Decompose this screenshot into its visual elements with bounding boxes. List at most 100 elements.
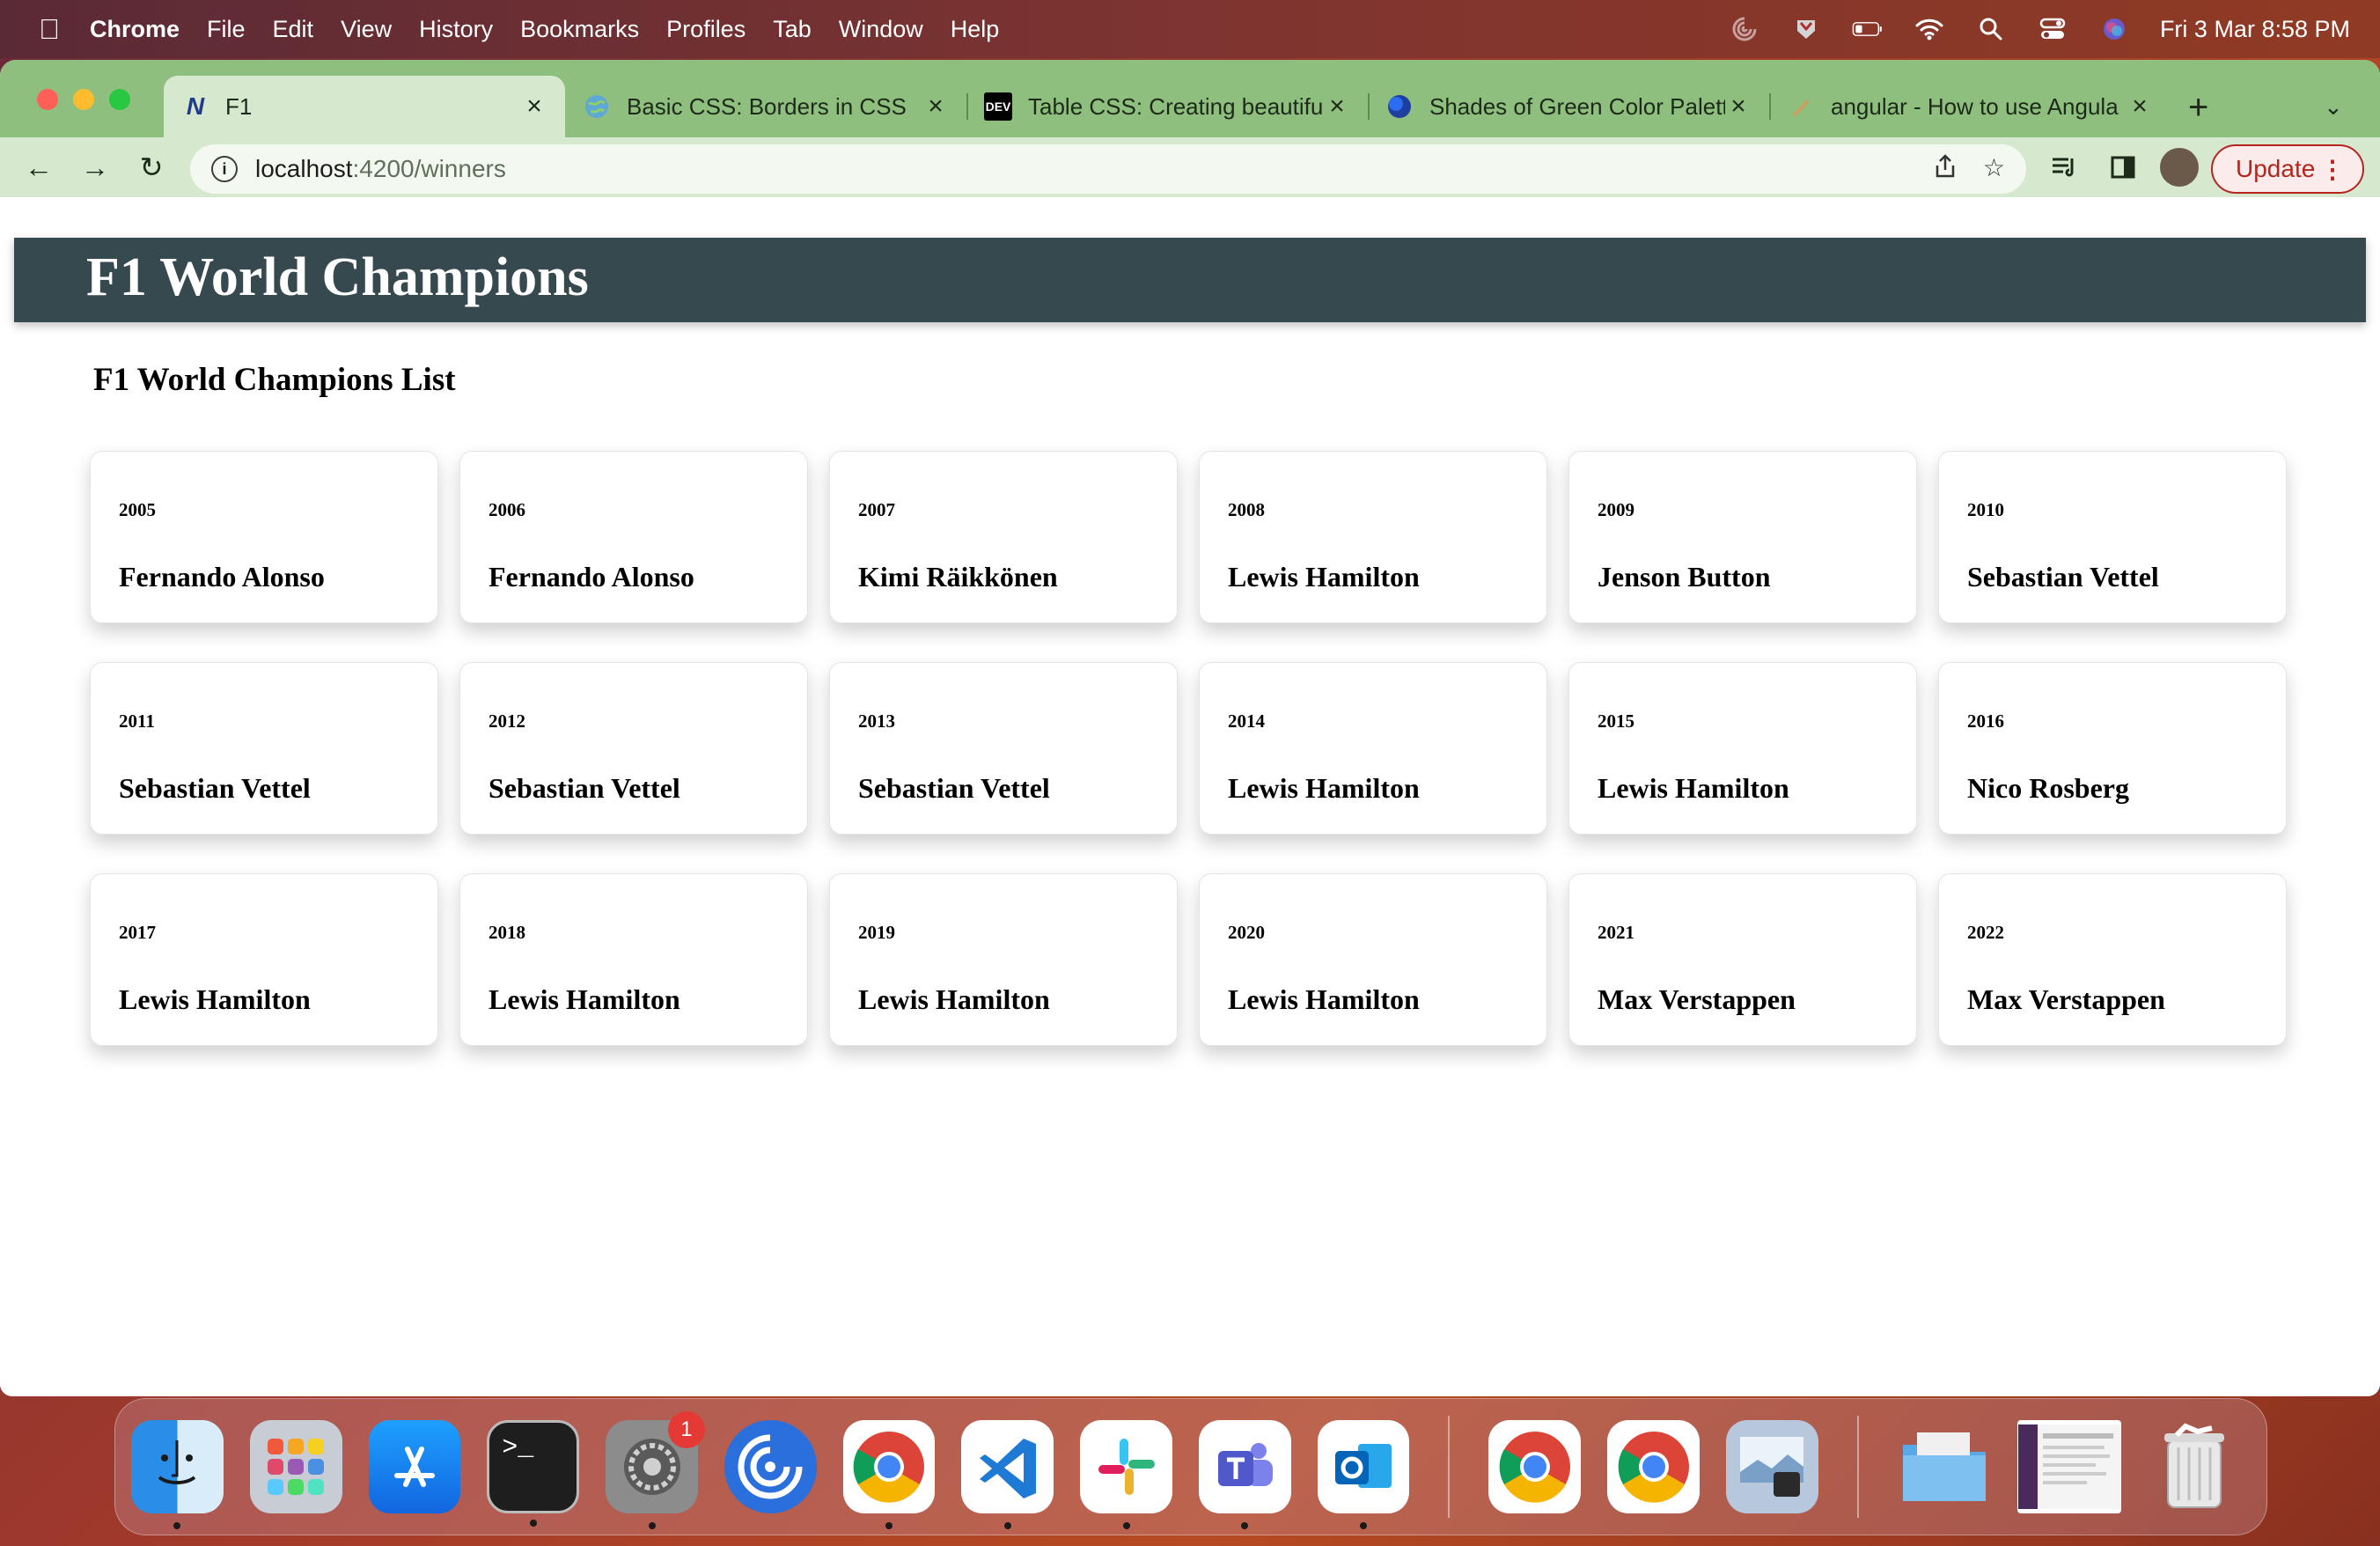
champion-year: 2019 — [858, 922, 895, 943]
menu-edit[interactable]: Edit — [273, 16, 314, 43]
champion-card: 2022 Max Verstappen — [1938, 873, 2287, 1046]
url-path: :4200/winners — [352, 155, 506, 182]
slack-icon[interactable] — [1080, 1420, 1172, 1529]
menu-history[interactable]: History — [419, 16, 493, 43]
champion-card: 2015 Lewis Hamilton — [1568, 662, 1917, 835]
folder-icon[interactable] — [1898, 1420, 1991, 1513]
menu-window[interactable]: Window — [839, 16, 923, 43]
close-tab-icon[interactable]: × — [2127, 92, 2153, 121]
spiral-status-icon[interactable] — [1729, 13, 1760, 45]
tab-title: angular - How to use Angula — [1831, 92, 2119, 120]
champion-card: 2008 Lewis Hamilton — [1199, 451, 1547, 623]
champion-card: 2016 Nico Rosberg — [1938, 662, 2287, 835]
update-button[interactable]: Update ⋮ — [2211, 144, 2364, 194]
list-heading: F1 World Champions List — [93, 362, 456, 398]
close-tab-icon[interactable]: × — [1725, 92, 1752, 121]
close-tab-icon[interactable]: × — [521, 92, 547, 121]
menu-clock[interactable]: Fri 3 Mar 8:58 PM — [2160, 16, 2350, 43]
page-title: F1 World Champions — [86, 247, 589, 307]
spotlight-search-icon[interactable] — [1975, 13, 2007, 45]
outlook-icon[interactable] — [1317, 1420, 1410, 1529]
champion-name: Sebastian Vettel — [119, 772, 311, 804]
tab-strip: N F1 × Basic CSS: Borders in CSS × DEV T… — [0, 60, 2380, 137]
apple-menu-icon[interactable]:  — [32, 13, 67, 46]
tabs: N F1 × Basic CSS: Borders in CSS × DEV T… — [164, 76, 2171, 137]
close-window-button[interactable] — [37, 89, 58, 110]
teams-icon[interactable] — [1198, 1420, 1291, 1529]
forward-arrow-icon[interactable]: → — [77, 150, 113, 185]
chrome-window: N F1 × Basic CSS: Borders in CSS × DEV T… — [0, 60, 2380, 1396]
champion-name: Jenson Button — [1598, 561, 1771, 593]
reload-icon[interactable]: ↻ — [134, 150, 169, 185]
menu-help[interactable]: Help — [951, 16, 1000, 43]
champion-year: 2017 — [119, 922, 156, 943]
close-tab-icon[interactable]: × — [1324, 92, 1350, 121]
battery-icon[interactable] — [1852, 13, 1884, 45]
chrome-icon[interactable] — [1607, 1420, 1700, 1513]
champion-card: 2006 Fernando Alonso — [459, 451, 808, 623]
bookmark-star-icon[interactable]: ☆ — [1983, 153, 2005, 186]
reading-list-icon[interactable] — [2047, 150, 2082, 185]
tab-title: Shades of Green Color Palett — [1429, 92, 1725, 120]
champion-name: Sebastian Vettel — [488, 772, 680, 804]
champion-year: 2007 — [858, 499, 895, 520]
menu-file[interactable]: File — [207, 16, 246, 43]
champion-name: Sebastian Vettel — [1967, 561, 2159, 593]
dock-separator — [1448, 1416, 1451, 1518]
side-panel-icon[interactable] — [2105, 150, 2141, 185]
tab-shades-of-green[interactable]: Shades of Green Color Palett × — [1368, 76, 1769, 137]
profile-avatar[interactable] — [2160, 148, 2199, 187]
close-tab-icon[interactable]: × — [922, 92, 949, 121]
running-indicator — [1003, 1522, 1011, 1529]
launchpad-icon[interactable] — [249, 1420, 342, 1513]
new-tab-plus-icon[interactable]: + — [2188, 88, 2208, 128]
menu-app-name[interactable]: Chrome — [90, 16, 180, 43]
tab-table-css[interactable]: DEV Table CSS: Creating beautifu × — [966, 76, 1368, 137]
champions-grid: 2005 Fernando Alonso 2006 Fernando Alonso … — [90, 451, 2287, 1046]
running-indicator — [1122, 1522, 1130, 1529]
siri-icon[interactable] — [2098, 13, 2130, 45]
chrome-icon[interactable] — [842, 1420, 936, 1529]
champion-card: 2011 Sebastian Vettel — [90, 662, 438, 835]
menu-profiles[interactable]: Profiles — [666, 16, 746, 43]
azure-data-studio-icon[interactable] — [724, 1420, 817, 1513]
finder-icon[interactable] — [131, 1420, 224, 1529]
menu-tab[interactable]: Tab — [773, 16, 812, 43]
champion-year: 2005 — [119, 499, 156, 520]
back-arrow-icon[interactable]: ← — [21, 150, 56, 185]
more-menu-icon[interactable]: ⋮ — [2320, 155, 2345, 184]
control-center-icon[interactable] — [2037, 13, 2068, 45]
screenshot-stack-icon[interactable] — [2016, 1420, 2122, 1513]
champion-year: 2013 — [858, 710, 895, 732]
shield-status-icon[interactable] — [1790, 13, 1822, 45]
terminal-icon[interactable]: >_ — [487, 1420, 580, 1527]
trash-icon[interactable] — [2148, 1420, 2240, 1513]
champion-card: 2010 Sebastian Vettel — [1938, 451, 2287, 623]
champion-year: 2009 — [1598, 499, 1634, 520]
macos-menu-bar:  Chrome File Edit View History Bookmark… — [0, 0, 2380, 58]
champion-year: 2006 — [488, 499, 525, 520]
menu-view[interactable]: View — [341, 16, 392, 43]
champion-name: Max Verstappen — [1598, 983, 1796, 1015]
tab-search-chevron-icon[interactable]: ⌄ — [2324, 93, 2343, 121]
menu-bookmarks[interactable]: Bookmarks — [520, 16, 639, 43]
app-store-icon[interactable] — [368, 1420, 461, 1513]
address-bar[interactable]: i localhost:4200/winners ☆ — [190, 144, 2026, 194]
chrome-icon[interactable] — [1488, 1420, 1582, 1513]
tab-f1[interactable]: N F1 × — [164, 76, 565, 137]
system-settings-icon[interactable]: 1 — [606, 1411, 705, 1529]
vscode-icon[interactable] — [961, 1420, 1054, 1529]
tab-basic-css-borders[interactable]: Basic CSS: Borders in CSS × — [565, 76, 966, 137]
champion-card: 2009 Jenson Button — [1568, 451, 1917, 623]
menu-extras: Fri 3 Mar 8:58 PM — [1729, 0, 2350, 58]
site-info-icon[interactable]: i — [211, 156, 238, 182]
tab-angular-stackoverflow[interactable]: angular - How to use Angula × — [1769, 76, 2171, 137]
zoom-window-button[interactable] — [109, 89, 130, 110]
preview-icon[interactable] — [1726, 1420, 1818, 1513]
minimize-window-button[interactable] — [73, 89, 94, 110]
champion-name: Lewis Hamilton — [488, 983, 680, 1015]
wifi-icon[interactable] — [1914, 13, 1945, 45]
window-controls — [37, 89, 130, 110]
share-icon[interactable] — [1934, 153, 1957, 186]
champion-name: Lewis Hamilton — [858, 983, 1050, 1015]
